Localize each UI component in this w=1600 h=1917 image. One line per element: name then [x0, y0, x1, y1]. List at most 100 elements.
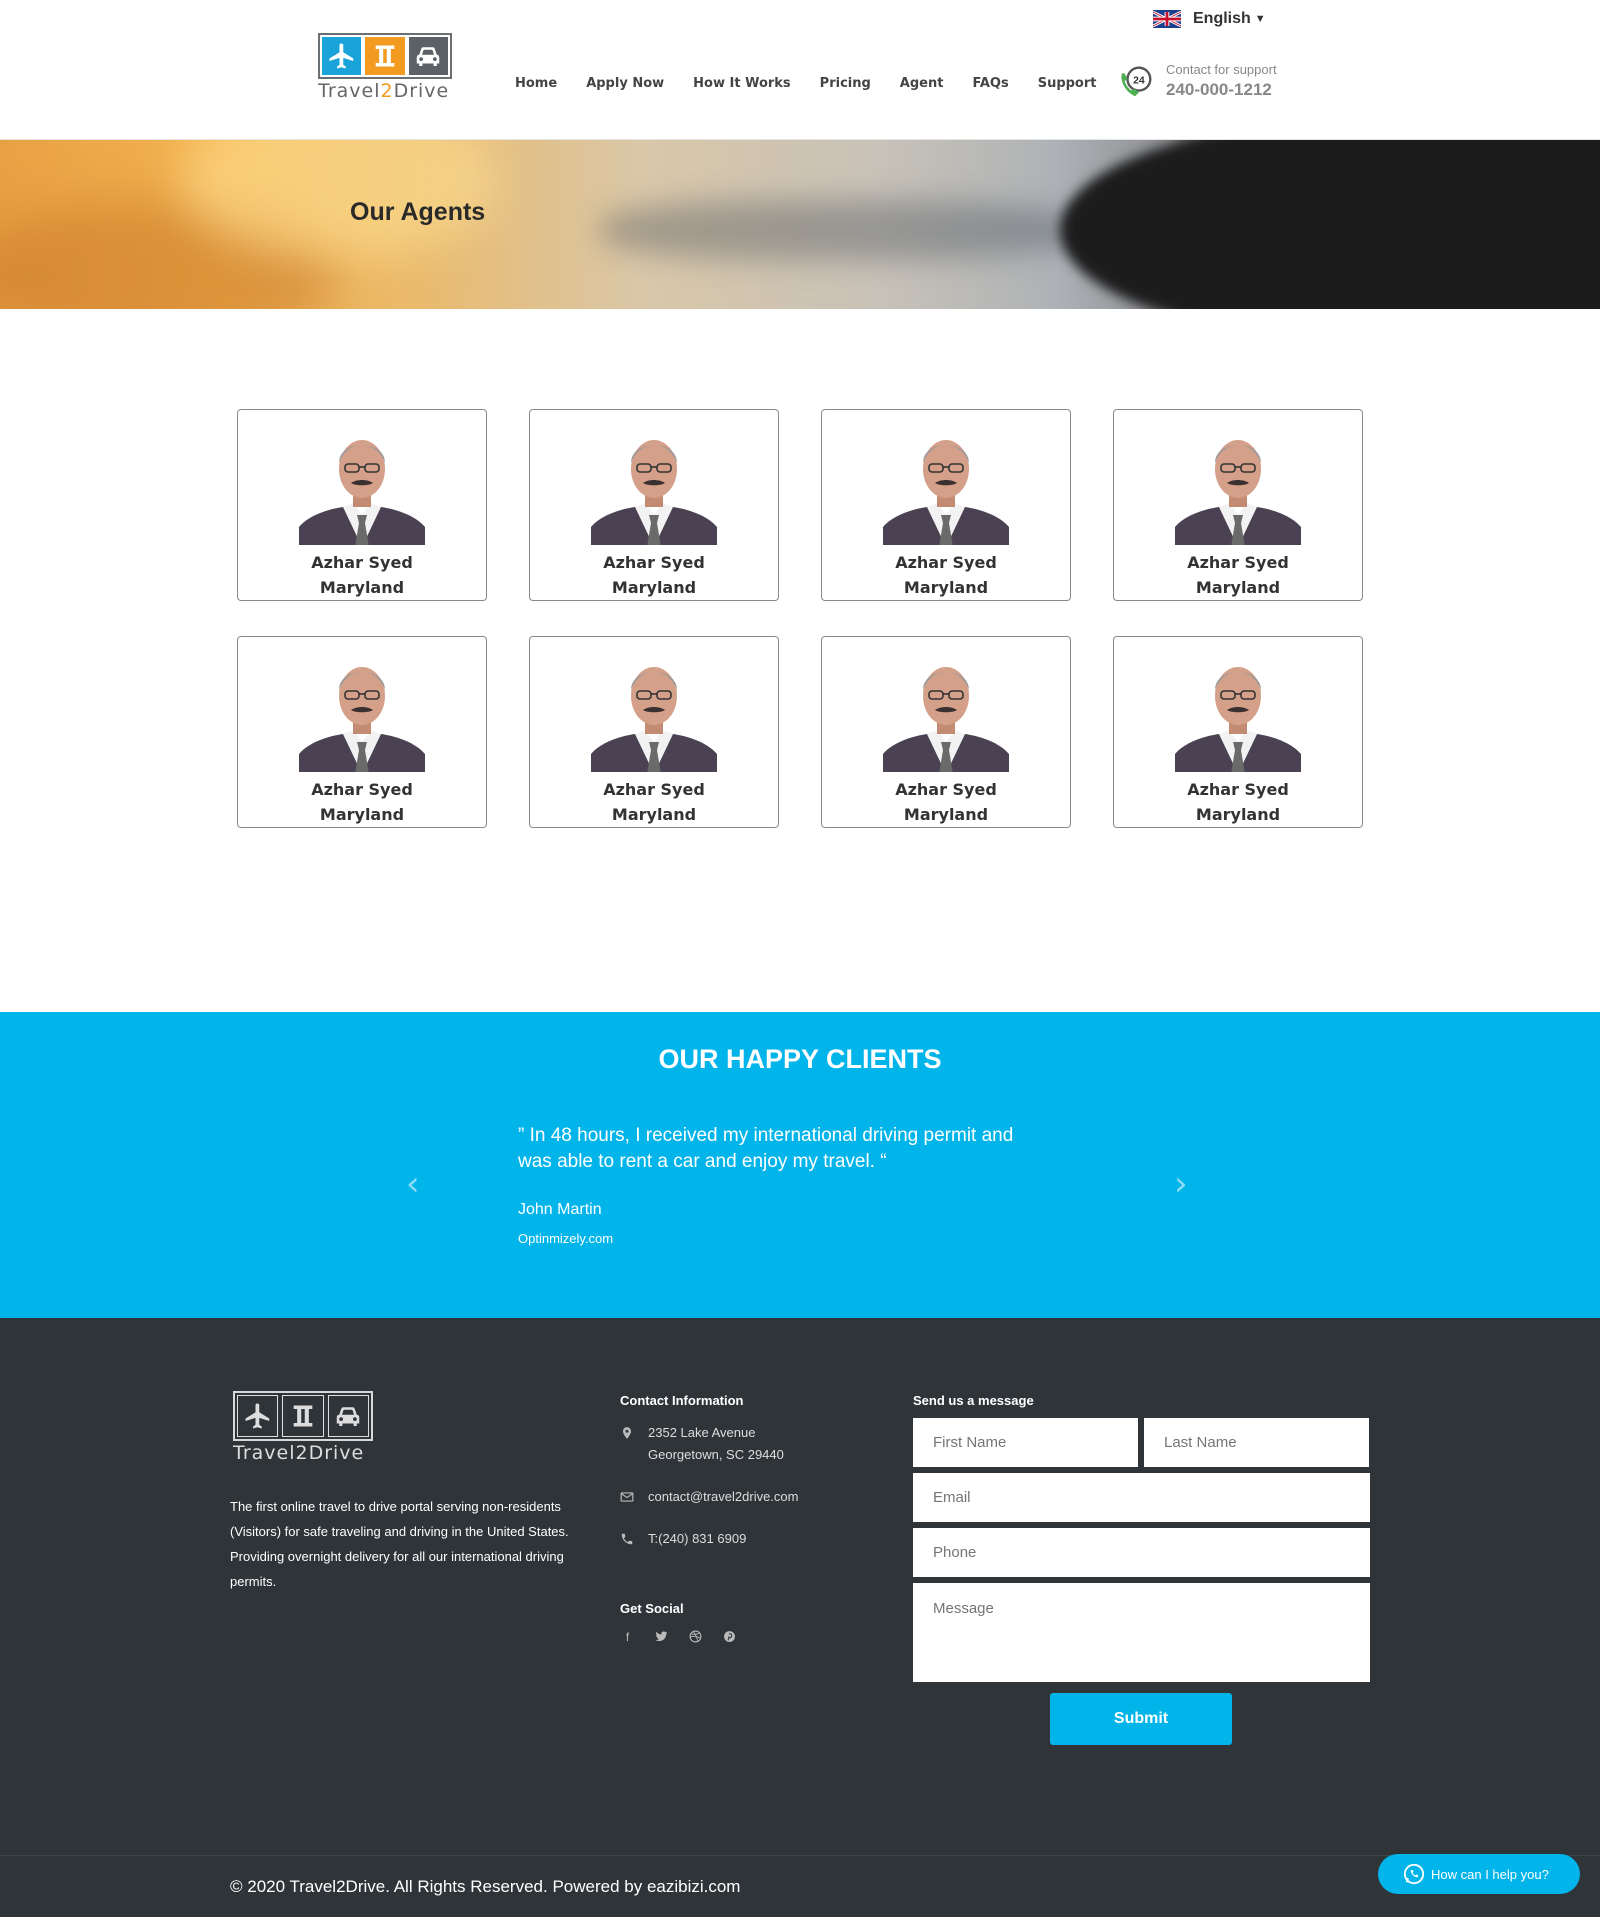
phone-field-row — [913, 1528, 1370, 1577]
car-icon — [327, 1395, 369, 1437]
last-name-field[interactable] — [1144, 1418, 1369, 1467]
main-nav: Home Apply Now How It Works Pricing Agen… — [515, 76, 1126, 91]
nav-home[interactable]: Home — [515, 76, 557, 91]
car-icon — [408, 37, 448, 75]
testimonials-section: OUR HAPPY CLIENTS ‹ ” In 48 hours, I rec… — [0, 1012, 1600, 1318]
contact-form: Send us a message Submit — [913, 1393, 1370, 1745]
chevron-right-icon[interactable]: › — [1174, 1164, 1188, 1204]
agent-photo — [299, 650, 425, 772]
nav-pricing[interactable]: Pricing — [820, 76, 871, 91]
agent-card[interactable]: Azhar Syed Maryland — [529, 409, 779, 601]
hero-decor — [600, 200, 1080, 260]
hero-decor — [1060, 140, 1600, 309]
support-phone[interactable]: 240-000-1212 — [1166, 80, 1277, 100]
phone-row: T:(240) 831 6909 — [620, 1528, 798, 1550]
phone-field[interactable] — [913, 1528, 1370, 1577]
footer-logo[interactable]: Travel2Drive — [233, 1391, 373, 1464]
agent-card[interactable]: Azhar Syed Maryland — [821, 636, 1071, 828]
social-links: f — [620, 1630, 737, 1646]
dribbble-icon[interactable] — [688, 1630, 703, 1646]
site-header: Travel2Drive Home Apply Now How It Works… — [0, 0, 1600, 140]
roman-two-icon — [365, 37, 405, 75]
whatsapp-icon — [1403, 1863, 1425, 1885]
agents-grid: Azhar Syed Maryland Azhar Syed Maryland — [237, 409, 1364, 828]
name-row — [913, 1418, 1370, 1467]
email-field[interactable] — [913, 1473, 1370, 1522]
logo-mark — [318, 33, 452, 79]
nav-how-it-works[interactable]: How It Works — [693, 76, 791, 91]
agent-card[interactable]: Azhar Syed Maryland — [1113, 636, 1363, 828]
support-badge-text: 24 — [1133, 75, 1145, 86]
language-label: English — [1193, 10, 1251, 27]
email-row: contact@travel2drive.com — [620, 1486, 798, 1508]
submit-button[interactable]: Submit — [1050, 1693, 1232, 1745]
contact-email[interactable]: contact@travel2drive.com — [648, 1486, 798, 1508]
agent-name: Azhar Syed — [1187, 553, 1289, 572]
agent-photo — [591, 423, 717, 545]
agent-name: Azhar Syed — [1187, 780, 1289, 799]
agent-card[interactable]: Azhar Syed Maryland — [237, 636, 487, 828]
address: 2352 Lake Avenue Georgetown, SC 29440 — [648, 1422, 784, 1466]
pinterest-icon[interactable] — [722, 1630, 737, 1646]
agent-card[interactable]: Azhar Syed Maryland — [237, 409, 487, 601]
form-heading: Send us a message — [913, 1393, 1034, 1408]
agent-photo — [883, 650, 1009, 772]
nav-faqs[interactable]: FAQs — [972, 76, 1008, 91]
footer-contact-info: Contact Information 2352 Lake Avenue Geo… — [620, 1393, 798, 1550]
agent-location: Maryland — [611, 578, 697, 597]
agent-photo — [1175, 650, 1301, 772]
agent-location: Maryland — [1195, 578, 1281, 597]
agent-name: Azhar Syed — [603, 553, 705, 572]
page-hero-banner: Our Agents — [0, 140, 1600, 309]
contact-heading: Contact Information — [620, 1393, 744, 1408]
site-logo[interactable]: Travel2Drive — [318, 33, 454, 103]
agent-location: Maryland — [319, 805, 405, 824]
roman-two-icon — [282, 1395, 324, 1437]
agent-name: Azhar Syed — [895, 780, 997, 799]
message-field[interactable] — [913, 1583, 1370, 1682]
address-line-1: 2352 Lake Avenue — [648, 1425, 756, 1440]
whatsapp-chat-button[interactable]: How can I help you? — [1378, 1854, 1580, 1894]
testimonial-site: Optinmizely.com — [518, 1231, 614, 1246]
footer-divider — [0, 1855, 1600, 1856]
envelope-icon — [620, 1492, 634, 1502]
first-name-field[interactable] — [913, 1418, 1138, 1467]
twitter-icon[interactable] — [654, 1630, 669, 1646]
map-pin-icon — [622, 1427, 632, 1439]
whatsapp-label: How can I help you? — [1431, 1866, 1549, 1882]
agent-photo — [1175, 423, 1301, 545]
phone-icon — [621, 1533, 633, 1545]
address-row: 2352 Lake Avenue Georgetown, SC 29440 — [620, 1422, 798, 1466]
agent-name: Azhar Syed — [311, 553, 413, 572]
agent-location: Maryland — [611, 805, 697, 824]
logo-wordmark: Travel2Drive — [233, 1442, 365, 1464]
contact-phone[interactable]: T:(240) 831 6909 — [648, 1528, 746, 1550]
nav-support[interactable]: Support — [1038, 76, 1097, 91]
agent-card[interactable]: Azhar Syed Maryland — [821, 409, 1071, 601]
testimonial-author: John Martin — [518, 1201, 602, 1218]
logo-wordmark: Travel2Drive — [318, 80, 450, 102]
airplane-icon — [322, 37, 362, 75]
chevron-left-icon[interactable]: ‹ — [406, 1164, 420, 1204]
agent-name: Azhar Syed — [895, 553, 997, 572]
agent-location: Maryland — [903, 578, 989, 597]
nav-apply-now[interactable]: Apply Now — [586, 76, 664, 91]
phone-24-icon: 24 — [1121, 66, 1152, 97]
language-selector[interactable]: English ▼ — [1153, 10, 1266, 28]
support-contact: 24 Contact for support 240-000-1212 — [1118, 62, 1277, 100]
address-line-2: Georgetown, SC 29440 — [648, 1447, 784, 1462]
agent-name: Azhar Syed — [603, 780, 705, 799]
facebook-icon[interactable]: f — [620, 1630, 635, 1646]
agent-location: Maryland — [319, 578, 405, 597]
support-label: Contact for support — [1166, 62, 1277, 77]
section-title: OUR HAPPY CLIENTS — [658, 1044, 942, 1074]
uk-flag-icon — [1153, 10, 1181, 28]
agent-name: Azhar Syed — [311, 780, 413, 799]
agent-card[interactable]: Azhar Syed Maryland — [529, 636, 779, 828]
agent-location: Maryland — [903, 805, 989, 824]
nav-agent[interactable]: Agent — [900, 76, 944, 91]
footer-about-text: The first online travel to drive portal … — [230, 1499, 569, 1589]
chevron-down-icon: ▼ — [1254, 13, 1266, 25]
agent-card[interactable]: Azhar Syed Maryland — [1113, 409, 1363, 601]
support-text: Contact for support 240-000-1212 — [1166, 62, 1277, 100]
